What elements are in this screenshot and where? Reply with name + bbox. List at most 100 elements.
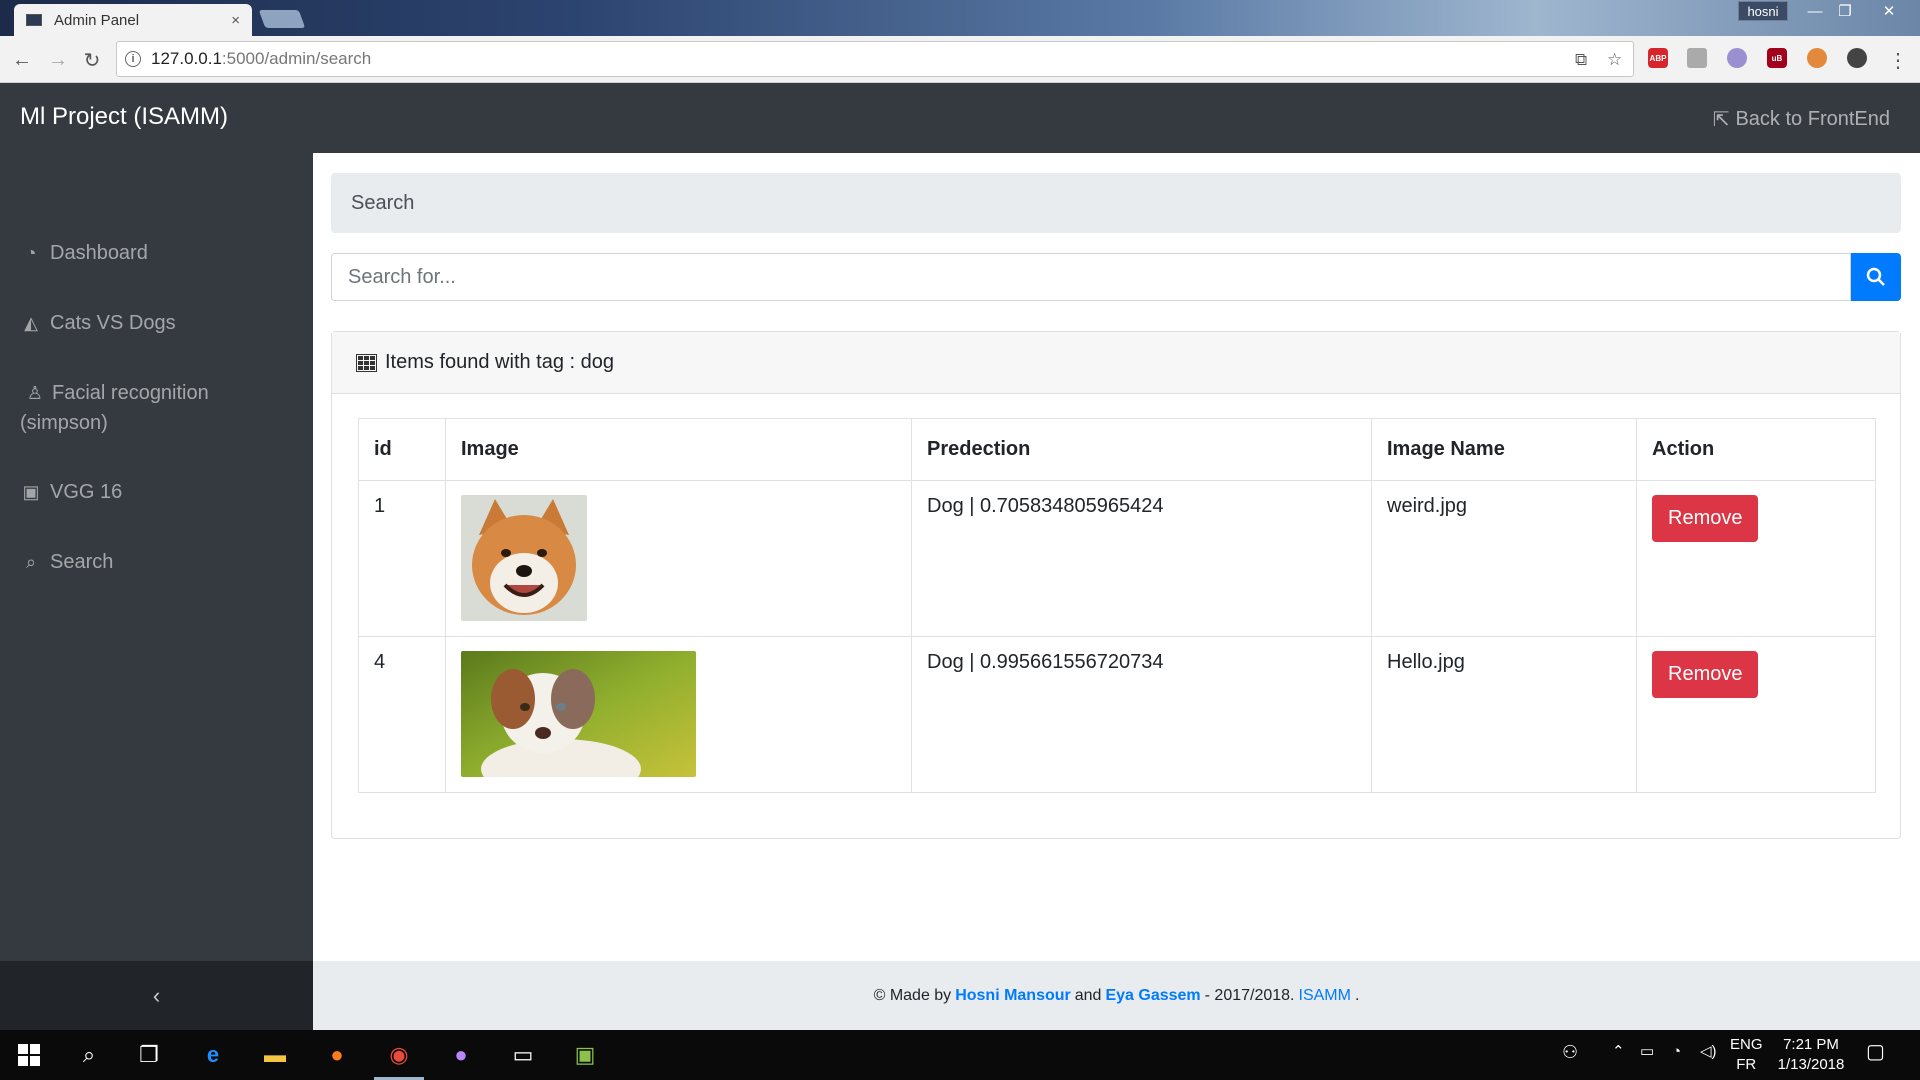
tab-title: Admin Panel bbox=[54, 11, 140, 29]
author-link-eya[interactable]: Eya Gassem bbox=[1105, 987, 1200, 1005]
info-icon[interactable]: i bbox=[125, 51, 141, 67]
extension-mail-icon[interactable] bbox=[1687, 48, 1707, 68]
column-header: Image Name bbox=[1371, 418, 1637, 481]
remove-button[interactable]: Remove bbox=[1652, 495, 1759, 542]
back-to-frontend-link[interactable]: ⇱ Back to FrontEnd bbox=[1713, 107, 1890, 132]
table-icon bbox=[356, 353, 377, 372]
column-header: Image bbox=[445, 418, 912, 481]
results-table: id Image Predection Image Name Action 1 bbox=[358, 418, 1876, 793]
cell-action: Remove bbox=[1636, 480, 1876, 637]
cell-image bbox=[445, 636, 912, 793]
search-icon bbox=[1866, 267, 1885, 286]
column-header: id bbox=[358, 418, 446, 481]
sign-out-icon: ⇱ bbox=[1712, 109, 1730, 131]
app-navbar: Ml Project (ISAMM) ⇱ Back to FrontEnd bbox=[0, 83, 1920, 153]
sidebar-item-cats-vs-dogs[interactable]: ◭ Cats VS Dogs bbox=[20, 308, 300, 338]
new-tab-button[interactable] bbox=[258, 10, 306, 28]
column-header: Predection bbox=[911, 418, 1372, 481]
extension-color-icon[interactable] bbox=[1807, 48, 1827, 68]
footer-end: . bbox=[1354, 986, 1360, 1004]
isamm-link[interactable]: ISAMM bbox=[1299, 987, 1351, 1005]
browser-toolbar: ← → ↻ i 127.0.0.1 :5000/admin/search ⧉ ☆… bbox=[0, 36, 1920, 83]
people-icon[interactable]: ⚇ bbox=[1562, 1042, 1578, 1062]
column-header: Action bbox=[1636, 418, 1876, 481]
sidebar-item-vgg16[interactable]: ▣ VGG 16 bbox=[20, 477, 300, 507]
wifi-icon[interactable]: ◔ bbox=[1672, 1042, 1681, 1062]
cortana-search-icon[interactable]: ⌕ bbox=[72, 1038, 106, 1072]
sidebar-item-label: Facial recognition (simpson) bbox=[20, 382, 209, 434]
area-chart-icon: ◭ bbox=[24, 313, 38, 333]
footer: © Made by Hosni Mansour and Eya Gassem -… bbox=[313, 961, 1920, 1030]
minimize-icon[interactable]: — bbox=[1800, 0, 1830, 22]
sidebar-item-label: Search bbox=[50, 551, 114, 573]
footer-prefix: © Made by bbox=[873, 986, 952, 1004]
extension-dark-icon[interactable] bbox=[1847, 48, 1867, 68]
search-button[interactable] bbox=[1851, 253, 1901, 301]
reload-icon[interactable]: ↻ bbox=[78, 46, 106, 74]
edge-browser-icon[interactable]: e bbox=[196, 1038, 230, 1072]
close-window-icon[interactable]: ✕ bbox=[1874, 0, 1904, 22]
sidebar-item-search[interactable]: ⌕ Search bbox=[20, 547, 300, 577]
task-view-icon[interactable]: ❐ bbox=[132, 1038, 166, 1072]
show-hidden-icons-icon[interactable]: ⌃ bbox=[1612, 1042, 1625, 1062]
adblock-icon[interactable]: ABP bbox=[1648, 48, 1668, 68]
cell-prediction: Dog | 0.705834805965424 bbox=[911, 480, 1372, 637]
url-path: :5000/admin/search bbox=[221, 49, 372, 68]
windows-start-icon[interactable] bbox=[12, 1038, 46, 1072]
address-bar[interactable]: i 127.0.0.1 :5000/admin/search ⧉ ☆ bbox=[116, 41, 1634, 77]
profile-badge[interactable]: hosni bbox=[1738, 1, 1788, 21]
cell-image-name: weird.jpg bbox=[1371, 480, 1637, 637]
shiba-dog-image bbox=[461, 495, 587, 621]
table-row: 1 Dog | 0.705834805965424 weird.jpg Remo… bbox=[358, 480, 1876, 637]
search-icon: ⌕ bbox=[25, 552, 37, 572]
search-input[interactable] bbox=[331, 253, 1851, 301]
bookmark-star-icon[interactable]: ☆ bbox=[1607, 50, 1622, 70]
male-icon: ♙ bbox=[26, 383, 44, 403]
chrome-menu-icon[interactable]: ⋮ bbox=[1884, 46, 1912, 74]
cell-id: 4 bbox=[358, 636, 446, 793]
browser-tab[interactable]: Admin Panel × bbox=[14, 4, 252, 36]
restore-icon[interactable]: ❐ bbox=[1830, 0, 1860, 22]
battery-icon[interactable]: ▭ bbox=[1640, 1042, 1654, 1062]
firefox-icon[interactable]: ● bbox=[320, 1038, 354, 1072]
translate-icon[interactable]: ⧉ bbox=[1575, 50, 1587, 70]
breadcrumb: Search bbox=[331, 173, 1901, 233]
ublock-icon[interactable]: uB bbox=[1767, 48, 1787, 68]
keyboard-layout: FR bbox=[1736, 1056, 1757, 1073]
windows-taskbar: ⌕ ❐ e ▬ ● ◉ ● ▭ ▣ ⚇ ⌃ ▭ ◔ ◁) ENG FR 7:21… bbox=[0, 1030, 1920, 1080]
brand-title[interactable]: Ml Project (ISAMM) bbox=[20, 103, 228, 131]
language-indicator[interactable]: ENG FR bbox=[1730, 1035, 1763, 1075]
volume-icon[interactable]: ◁) bbox=[1700, 1042, 1717, 1062]
browser-titlebar: Admin Panel × hosni — ❐ ✕ bbox=[0, 0, 1920, 36]
terminal-icon[interactable]: ▭ bbox=[506, 1038, 540, 1072]
table-row: 4 Dog | 0.995661556720734 Hello.jpg Remo… bbox=[358, 636, 1876, 793]
author-link-hosni[interactable]: Hosni Mansour bbox=[955, 987, 1071, 1005]
chrome-icon[interactable]: ◉ bbox=[382, 1038, 416, 1072]
sidebar-item-label: VGG 16 bbox=[50, 481, 123, 503]
file-explorer-icon[interactable]: ▬ bbox=[258, 1038, 292, 1072]
sidebar-item-facial-recognition[interactable]: ♙ Facial recognition (simpson) bbox=[20, 378, 280, 438]
sidebar-toggle-button[interactable]: ‹ bbox=[0, 961, 313, 1030]
footer-and: and bbox=[1074, 986, 1102, 1004]
table-header-row: id Image Predection Image Name Action bbox=[358, 418, 1876, 481]
language-code: ENG bbox=[1730, 1036, 1763, 1053]
remove-button[interactable]: Remove bbox=[1652, 651, 1759, 698]
card-title: Items found with tag : dog bbox=[385, 351, 615, 373]
main-content: Search Items found with tag : dog id Ima… bbox=[313, 153, 1920, 961]
notifications-icon[interactable]: ▢ bbox=[1866, 1042, 1885, 1062]
tab-favicon-icon bbox=[26, 14, 42, 26]
extension-circle-icon[interactable] bbox=[1727, 48, 1747, 68]
github-desktop-icon[interactable]: ● bbox=[444, 1038, 478, 1072]
cell-prediction: Dog | 0.995661556720734 bbox=[911, 636, 1372, 793]
back-arrow-icon[interactable]: ← bbox=[8, 46, 36, 74]
sidebar-item-dashboard[interactable]: ◔ Dashboard bbox=[20, 238, 300, 268]
cell-image bbox=[445, 480, 912, 637]
image-editor-icon[interactable]: ▣ bbox=[568, 1038, 602, 1072]
tab-close-icon[interactable]: × bbox=[231, 12, 240, 29]
search-group bbox=[331, 253, 1901, 301]
clock-date: 1/13/2018 bbox=[1777, 1056, 1845, 1073]
clock[interactable]: 7:21 PM 1/13/2018 bbox=[1772, 1035, 1850, 1075]
sidebar-item-label: Cats VS Dogs bbox=[50, 312, 176, 334]
forward-arrow-icon[interactable]: → bbox=[44, 46, 72, 74]
sidebar-item-label: Dashboard bbox=[50, 242, 148, 264]
